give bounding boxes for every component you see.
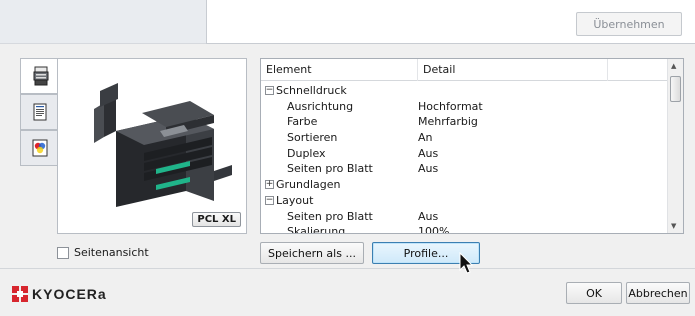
tab-printer[interactable] [20,58,60,94]
settings-tabs [20,58,60,166]
column-header-detail[interactable]: Detail [418,59,608,81]
cell-element-text: Seiten pro Blatt [287,209,373,223]
cell-element-text: Farbe [287,115,318,129]
cell-element: Duplex [261,146,418,162]
column-header-element[interactable]: Element [261,59,418,81]
cell-element-text: Seiten pro Blatt [287,162,373,176]
scroll-down-icon[interactable]: ▼ [671,222,676,230]
top-left-panel [0,0,206,44]
cell-element: Ausrichtung [261,99,418,115]
cell-element: − Layout [261,193,418,209]
printer-preview: PCL XL [57,58,247,234]
cell-element-text: Skalierung [287,225,346,234]
cell-element: + Grundlagen [261,177,418,193]
page-view-label: Seitenansicht [74,246,149,259]
cell-element-text: Sortieren [287,131,338,145]
cell-detail: Hochformat [418,99,483,113]
cell-element: − Schnelldruck [261,83,418,99]
footer-divider [0,268,695,269]
collapse-icon[interactable]: − [265,86,274,96]
table-row[interactable]: Sortieren An [261,130,667,146]
cell-detail: Aus [418,209,439,223]
brand-wordmark: KYOCERa [32,286,107,302]
cell-element: Seiten pro Blatt [261,209,418,225]
cancel-button[interactable]: Abbrechen [626,282,690,304]
cell-detail: Aus [418,162,439,176]
table-row[interactable]: Farbe Mehrfarbig [261,114,667,130]
cell-detail: Aus [418,146,439,160]
document-icon [33,103,46,121]
tab-color[interactable] [20,130,58,166]
table-group-row[interactable]: − Schnelldruck [261,83,667,99]
ok-button[interactable]: OK [566,282,622,304]
table-row[interactable]: Seiten pro Blatt Aus [261,209,667,225]
table-scrollbar[interactable]: ▲ ▼ [667,59,683,233]
tab-document[interactable] [20,94,58,130]
table-group-row[interactable]: + Grundlagen [261,177,667,193]
column-header-filler [608,59,667,81]
cell-detail: An [418,131,433,145]
printer-illustration [94,83,232,207]
kyocera-logo: KYOCERa [12,286,107,302]
cell-element: Sortieren [261,130,418,146]
cell-element-text: Schnelldruck [276,84,347,97]
top-toolbar-area: Übernehmen [0,0,695,50]
table-group-row[interactable]: − Layout [261,193,667,209]
cell-detail: Mehrfarbig [418,115,478,129]
cell-element-text: Ausrichtung [287,99,354,113]
cell-element: Farbe [261,114,418,130]
cell-element: Seiten pro Blatt [261,161,418,177]
scroll-thumb[interactable] [670,76,681,102]
pdl-badge: PCL XL [192,212,241,227]
table-row[interactable]: Duplex Aus [261,146,667,162]
apply-button[interactable]: Übernehmen [576,12,682,36]
mouse-cursor-icon [459,252,474,274]
cell-detail: 100% [418,225,450,234]
table-header: Element Detail [261,59,667,81]
collapse-icon[interactable]: − [265,196,274,206]
cell-element-text: Layout [276,193,314,207]
cell-element-text: Grundlagen [276,178,341,192]
scroll-up-icon[interactable]: ▲ [671,62,676,70]
expand-icon[interactable]: + [265,180,274,190]
page-view-checkbox[interactable] [57,246,69,259]
table-row[interactable]: Skalierung 100% [261,224,667,234]
color-icon [32,139,47,157]
table-rows: − Schnelldruck Ausrichtung Hochformat Farbe M… [261,83,667,234]
printer-icon [33,66,48,86]
table-row[interactable]: Seiten pro Blatt Aus [261,161,667,177]
settings-table: Element Detail − Schnelldruck Ausrichtung H… [260,58,684,234]
kyocera-mark-icon [12,286,28,302]
save-as-button[interactable]: Speichern als ... [260,242,364,264]
cell-element-text: Duplex [287,146,326,160]
table-row[interactable]: Ausrichtung Hochformat [261,99,667,115]
page-view-option[interactable]: Seitenansicht [57,246,149,259]
cell-element: Skalierung [261,224,418,234]
